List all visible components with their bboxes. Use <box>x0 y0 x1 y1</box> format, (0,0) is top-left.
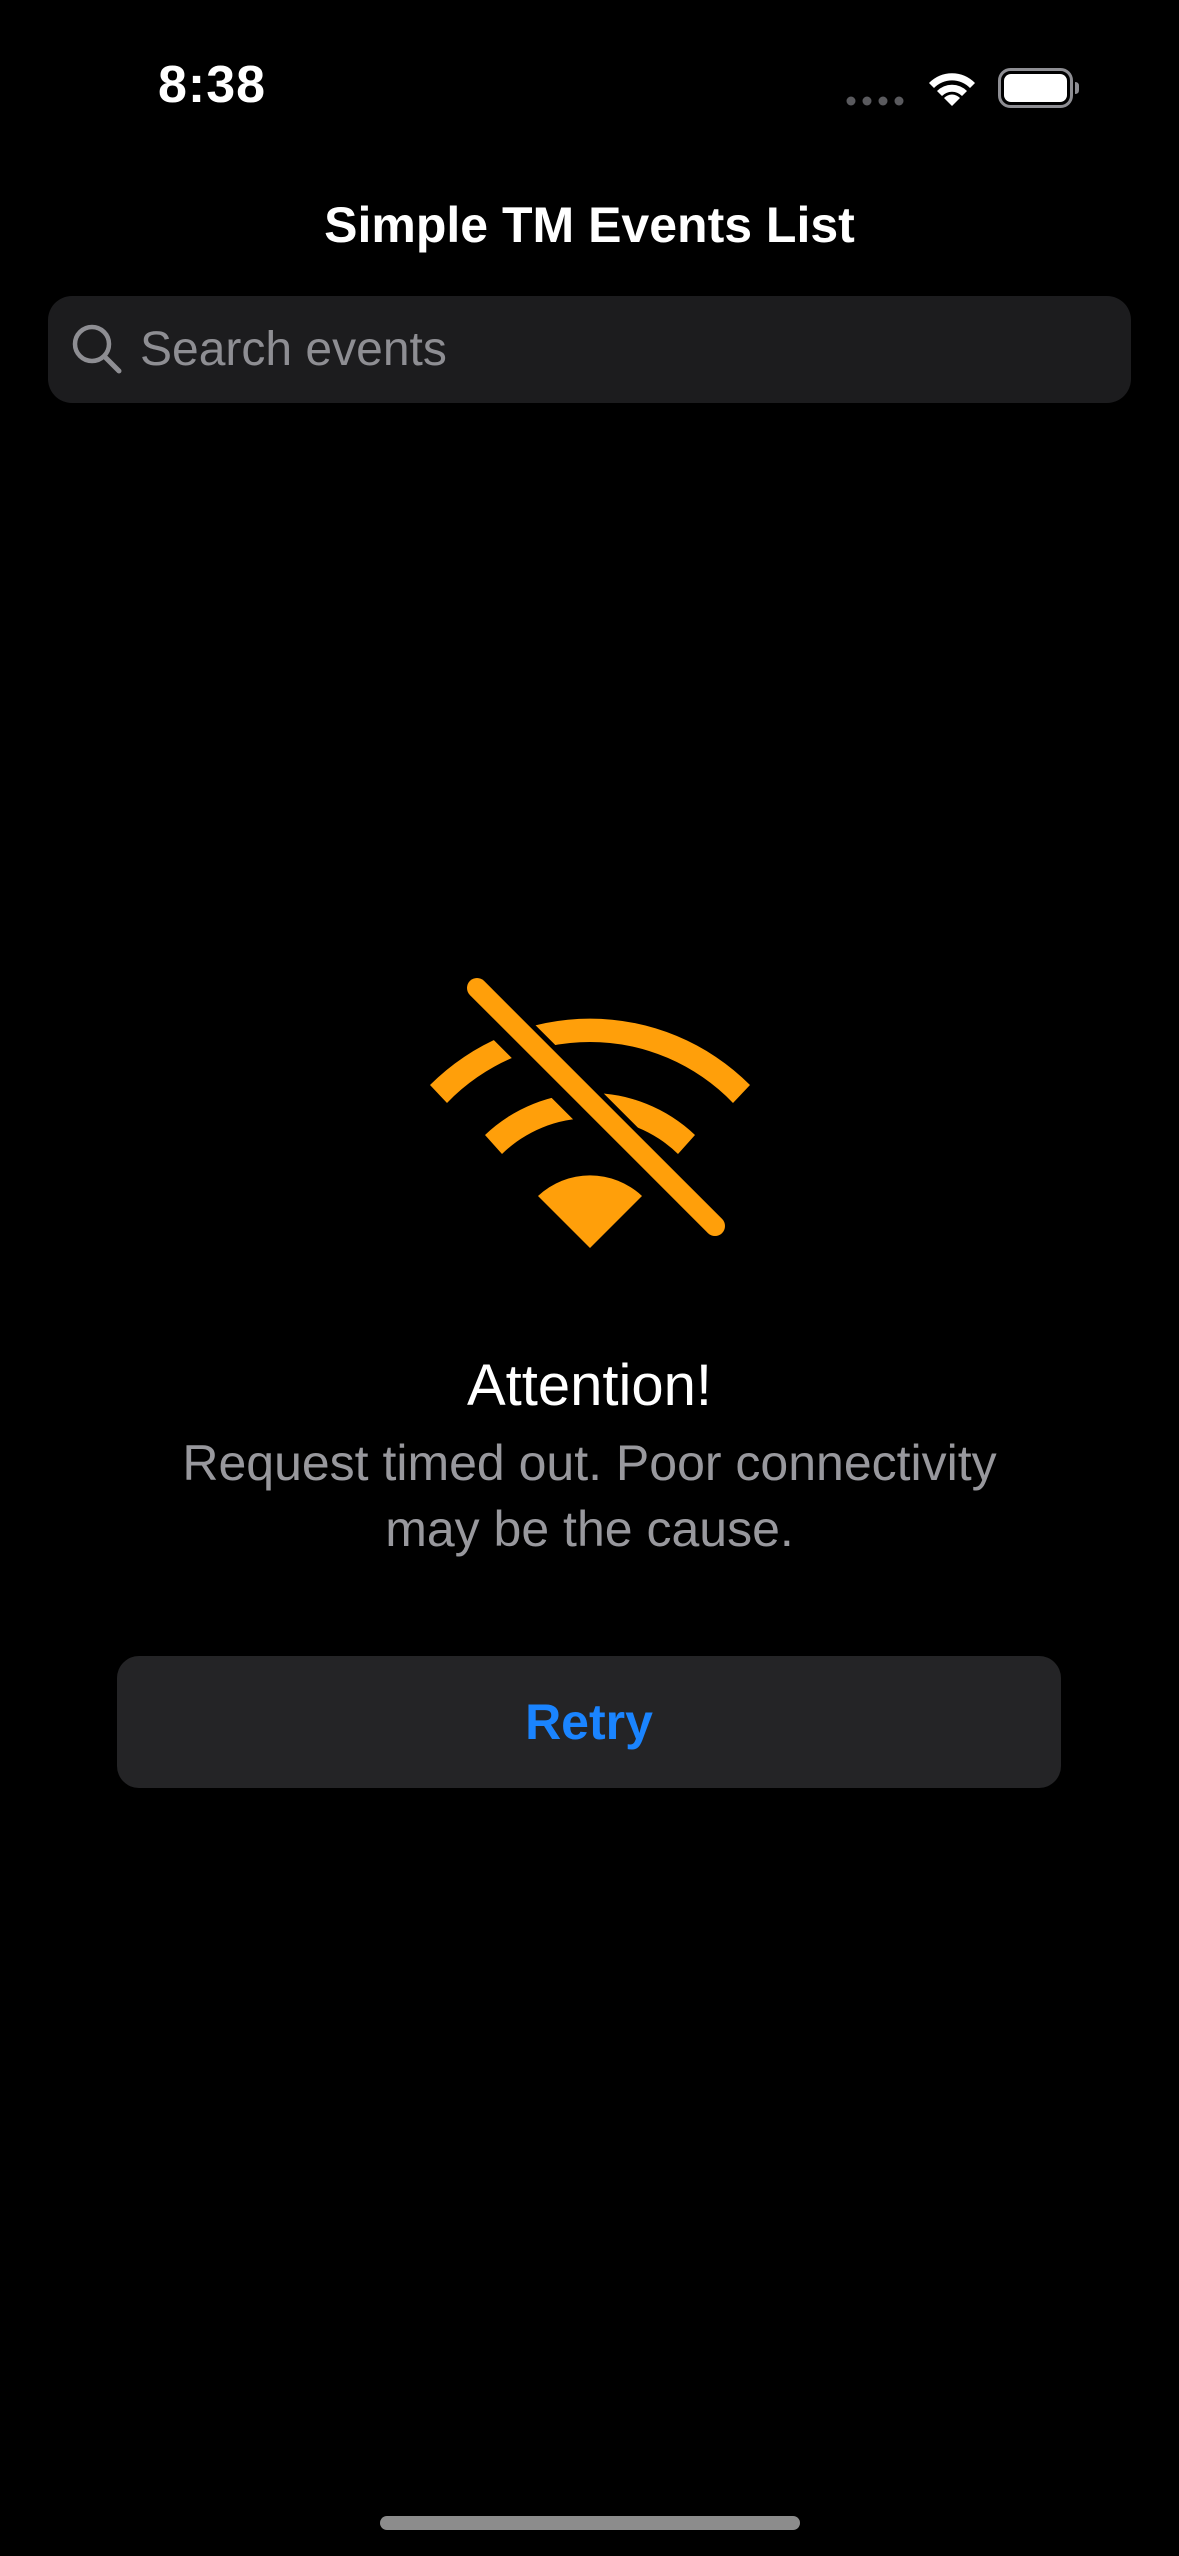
page-title: Simple TM Events List <box>324 197 855 253</box>
search-bar[interactable] <box>48 296 1131 403</box>
search-input[interactable] <box>140 296 1100 403</box>
signal-dots-icon <box>846 96 904 106</box>
wifi-slash-icon <box>430 970 750 1250</box>
error-title: Attention! <box>466 1353 713 1418</box>
battery-icon <box>998 68 1079 108</box>
wifi-icon <box>929 73 975 106</box>
status-time: 8:38 <box>158 56 267 114</box>
search-icon <box>72 324 122 374</box>
error-message: Request timed out. Poor connectivity may… <box>182 1435 997 1557</box>
retry-button[interactable]: Retry <box>117 1656 1061 1788</box>
status-bar: 8:38 <box>0 0 1179 170</box>
home-indicator[interactable] <box>380 2516 800 2530</box>
